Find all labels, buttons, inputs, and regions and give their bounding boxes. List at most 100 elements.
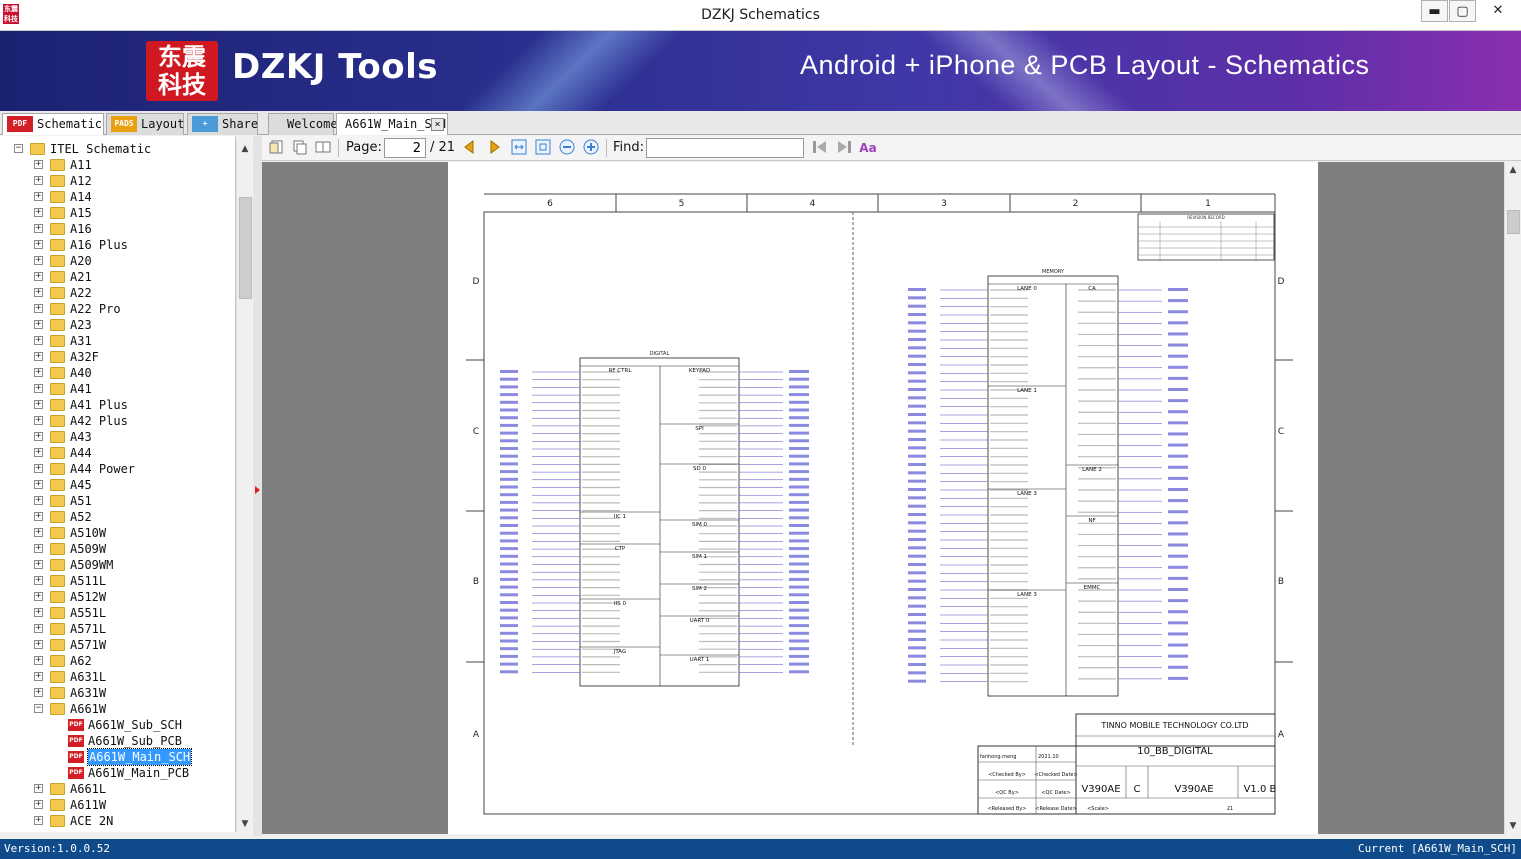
tree-file[interactable]: PDF A661W_Sub_PCB xyxy=(0,733,235,749)
expand-icon[interactable]: + xyxy=(34,432,43,441)
expand-icon[interactable]: + xyxy=(34,576,43,585)
scroll-up-icon[interactable]: ▲ xyxy=(1507,164,1519,176)
panel-splitter[interactable] xyxy=(253,136,262,836)
expand-icon[interactable]: + xyxy=(34,224,43,233)
expand-icon[interactable]: + xyxy=(34,560,43,569)
tree-folder[interactable]: + A12 xyxy=(0,173,235,189)
expand-icon[interactable]: + xyxy=(34,352,43,361)
tree-scrollbar[interactable]: ▲ ▼ xyxy=(236,141,253,832)
tree-folder[interactable]: + A52 xyxy=(0,509,235,525)
expand-icon[interactable]: + xyxy=(34,448,43,457)
tree-folder[interactable]: + A22 Pro xyxy=(0,301,235,317)
expand-icon[interactable]: + xyxy=(34,640,43,649)
tree-folder[interactable]: + A23 xyxy=(0,317,235,333)
expand-icon[interactable]: + xyxy=(34,688,43,697)
expand-icon[interactable]: + xyxy=(34,160,43,169)
fit-width-icon[interactable] xyxy=(510,139,528,157)
tree-folder[interactable]: + A571W xyxy=(0,637,235,653)
find-input[interactable] xyxy=(646,138,804,158)
tree-folder[interactable]: + A611W xyxy=(0,797,235,813)
tree-folder[interactable]: + A509WM xyxy=(0,557,235,573)
expand-icon[interactable]: + xyxy=(34,400,43,409)
tree-folder[interactable]: + ACE 2N xyxy=(0,813,235,829)
expand-icon[interactable]: + xyxy=(34,192,43,201)
open-icon[interactable] xyxy=(268,139,286,157)
expand-icon[interactable]: + xyxy=(34,272,43,281)
expand-icon[interactable]: + xyxy=(34,384,43,393)
expand-icon[interactable]: + xyxy=(34,528,43,537)
tree-folder[interactable]: + A42 Plus xyxy=(0,413,235,429)
tree-folder[interactable]: + A20 xyxy=(0,253,235,269)
expand-icon[interactable]: + xyxy=(34,816,43,825)
tree-scroll-thumb[interactable] xyxy=(239,197,252,299)
tree-folder[interactable]: + A41 xyxy=(0,381,235,397)
scroll-down-icon[interactable]: ▼ xyxy=(1507,820,1519,832)
scroll-down-icon[interactable]: ▼ xyxy=(239,818,251,830)
tree-file[interactable]: PDF A661W_Sub_SCH xyxy=(0,717,235,733)
match-case-icon[interactable]: Aa xyxy=(859,139,877,157)
tab-share[interactable]: + Share xyxy=(187,113,258,135)
tree-folder[interactable]: + A510W xyxy=(0,525,235,541)
tree-file[interactable]: PDF A661W_Main_PCB xyxy=(0,765,235,781)
tree-folder[interactable]: + A44 xyxy=(0,445,235,461)
expand-icon[interactable]: + xyxy=(34,544,43,553)
tree-folder[interactable]: + A51 xyxy=(0,493,235,509)
tree-folder[interactable]: + A16 Plus xyxy=(0,237,235,253)
expand-icon[interactable]: + xyxy=(34,336,43,345)
expand-icon[interactable]: + xyxy=(34,608,43,617)
scroll-up-icon[interactable]: ▲ xyxy=(239,143,251,155)
tab-layout[interactable]: PADS Layout xyxy=(106,113,184,135)
tree-folder[interactable]: + A44 Power xyxy=(0,461,235,477)
expand-icon[interactable]: + xyxy=(34,592,43,601)
tree-folder[interactable]: + A631L xyxy=(0,669,235,685)
tree-folder[interactable]: + A511L xyxy=(0,573,235,589)
close-tab-icon[interactable]: × xyxy=(431,118,444,131)
viewer-scroll-thumb[interactable] xyxy=(1507,210,1520,234)
expand-icon[interactable]: + xyxy=(34,416,43,425)
tree-folder[interactable]: − A661W xyxy=(0,701,235,717)
collapse-icon[interactable]: − xyxy=(14,144,23,153)
find-prev-icon[interactable] xyxy=(811,139,829,157)
expand-icon[interactable]: + xyxy=(34,800,43,809)
tree-folder[interactable]: + A631W xyxy=(0,685,235,701)
expand-icon[interactable]: + xyxy=(34,480,43,489)
tree-folder[interactable]: + A661L xyxy=(0,781,235,797)
tree-root[interactable]: − ITEL Schematic xyxy=(0,141,235,157)
expand-icon[interactable]: + xyxy=(34,256,43,265)
tree-folder[interactable]: + A40 xyxy=(0,365,235,381)
tree-folder[interactable]: + A571L xyxy=(0,621,235,637)
tree-folder[interactable]: + A43 xyxy=(0,429,235,445)
tree-folder[interactable]: + A22 xyxy=(0,285,235,301)
expand-icon[interactable]: + xyxy=(34,368,43,377)
tab-a661w-main-sch[interactable]: A661W_Main_SCH × xyxy=(336,113,448,135)
expand-icon[interactable]: + xyxy=(34,512,43,521)
tree-file[interactable]: PDF A661W_Main_SCH xyxy=(0,748,235,766)
pdf-viewer[interactable]: 6 5 4 3 2 1 D D C C B B A A REVISION RECORD DIGITAL RF C… xyxy=(262,162,1504,834)
collapse-icon[interactable]: − xyxy=(34,704,43,713)
expand-icon[interactable]: + xyxy=(34,624,43,633)
pages-icon[interactable] xyxy=(314,139,332,157)
tree-folder[interactable]: + A15 xyxy=(0,205,235,221)
expand-icon[interactable]: + xyxy=(34,672,43,681)
tree-folder[interactable]: + A21 xyxy=(0,269,235,285)
tree-folder[interactable]: + A512W xyxy=(0,589,235,605)
expand-icon[interactable]: + xyxy=(34,464,43,473)
expand-icon[interactable]: + xyxy=(34,240,43,249)
collapse-arrow-icon[interactable] xyxy=(255,486,260,494)
page-number-input[interactable] xyxy=(384,138,426,158)
copy-icon[interactable] xyxy=(291,139,309,157)
tree-folder[interactable]: + A11 xyxy=(0,157,235,173)
next-page-icon[interactable] xyxy=(486,139,504,157)
expand-icon[interactable]: + xyxy=(34,320,43,329)
minimize-button[interactable]: ▬ xyxy=(1421,0,1448,22)
fit-page-icon[interactable] xyxy=(534,139,552,157)
tree-folder[interactable]: + A62 xyxy=(0,653,235,669)
tab-welcome[interactable]: Welcome xyxy=(268,113,338,135)
tree-folder[interactable]: + A14 xyxy=(0,189,235,205)
tree-folder[interactable]: + A16 xyxy=(0,221,235,237)
tree-folder[interactable]: + A31 xyxy=(0,333,235,349)
viewer-scrollbar[interactable]: ▲ ▼ xyxy=(1504,162,1521,834)
zoom-out-icon[interactable] xyxy=(558,139,576,157)
zoom-in-icon[interactable] xyxy=(582,139,600,157)
tree-folder[interactable]: + A41 Plus xyxy=(0,397,235,413)
